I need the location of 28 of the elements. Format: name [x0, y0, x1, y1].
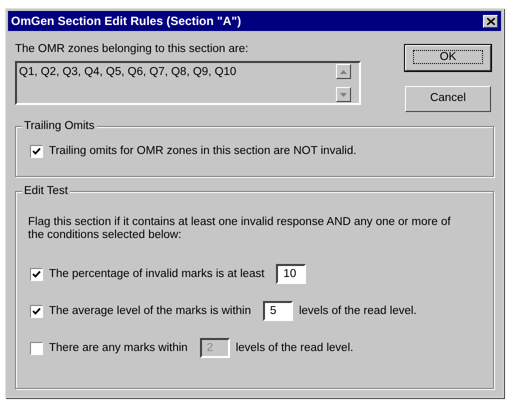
zones-label: The OMR zones belonging to this section are: [15, 42, 250, 57]
condition-label: The average level of the marks is within [49, 304, 251, 319]
scroll-arrow-button[interactable] [336, 87, 351, 102]
close-button[interactable] [483, 14, 498, 28]
checkmark-icon [32, 270, 41, 279]
down-arrow-icon [340, 92, 347, 97]
condition-label: There are any marks within [49, 340, 188, 356]
number-field[interactable]: 10 [276, 264, 306, 284]
description-text: Flag this section if it contains at least one invalid response AND any one or more of the conditions selected below: [28, 216, 452, 242]
up-arrow-icon [340, 70, 347, 74]
zones-value: Q1, Q2, Q3, Q4, Q5, Q6, Q7, Q8, Q9, Q10 [19, 65, 236, 80]
checkbox[interactable] [30, 145, 43, 158]
checkbox-label: Trailing omits for OMR zones in this section are NOT invalid. [49, 144, 356, 159]
dialog-button[interactable]: OK [405, 45, 491, 71]
checkbox[interactable] [30, 268, 43, 281]
scroll-arrow-button[interactable] [336, 64, 351, 80]
zones-text-area[interactable]: Q1, Q2, Q3, Q4, Q5, Q6, Q7, Q8, Q9, Q10 [15, 61, 361, 106]
checkbox[interactable] [30, 304, 43, 318]
condition-label: The percentage of invalid marks is at least [49, 266, 264, 282]
checkmark-icon [32, 147, 41, 156]
condition-suffix: levels of the read level. [298, 304, 417, 319]
group-title: Trailing Omits [22, 119, 96, 133]
number-field[interactable]: 5 [262, 301, 293, 322]
window-title: OmGen Section Edit Rules (Section "A") [11, 13, 242, 30]
checkmark-icon [32, 306, 41, 316]
dialog-button[interactable]: Cancel [405, 86, 491, 112]
condition-suffix: levels of the read level. [236, 340, 354, 356]
close-icon [486, 18, 494, 24]
